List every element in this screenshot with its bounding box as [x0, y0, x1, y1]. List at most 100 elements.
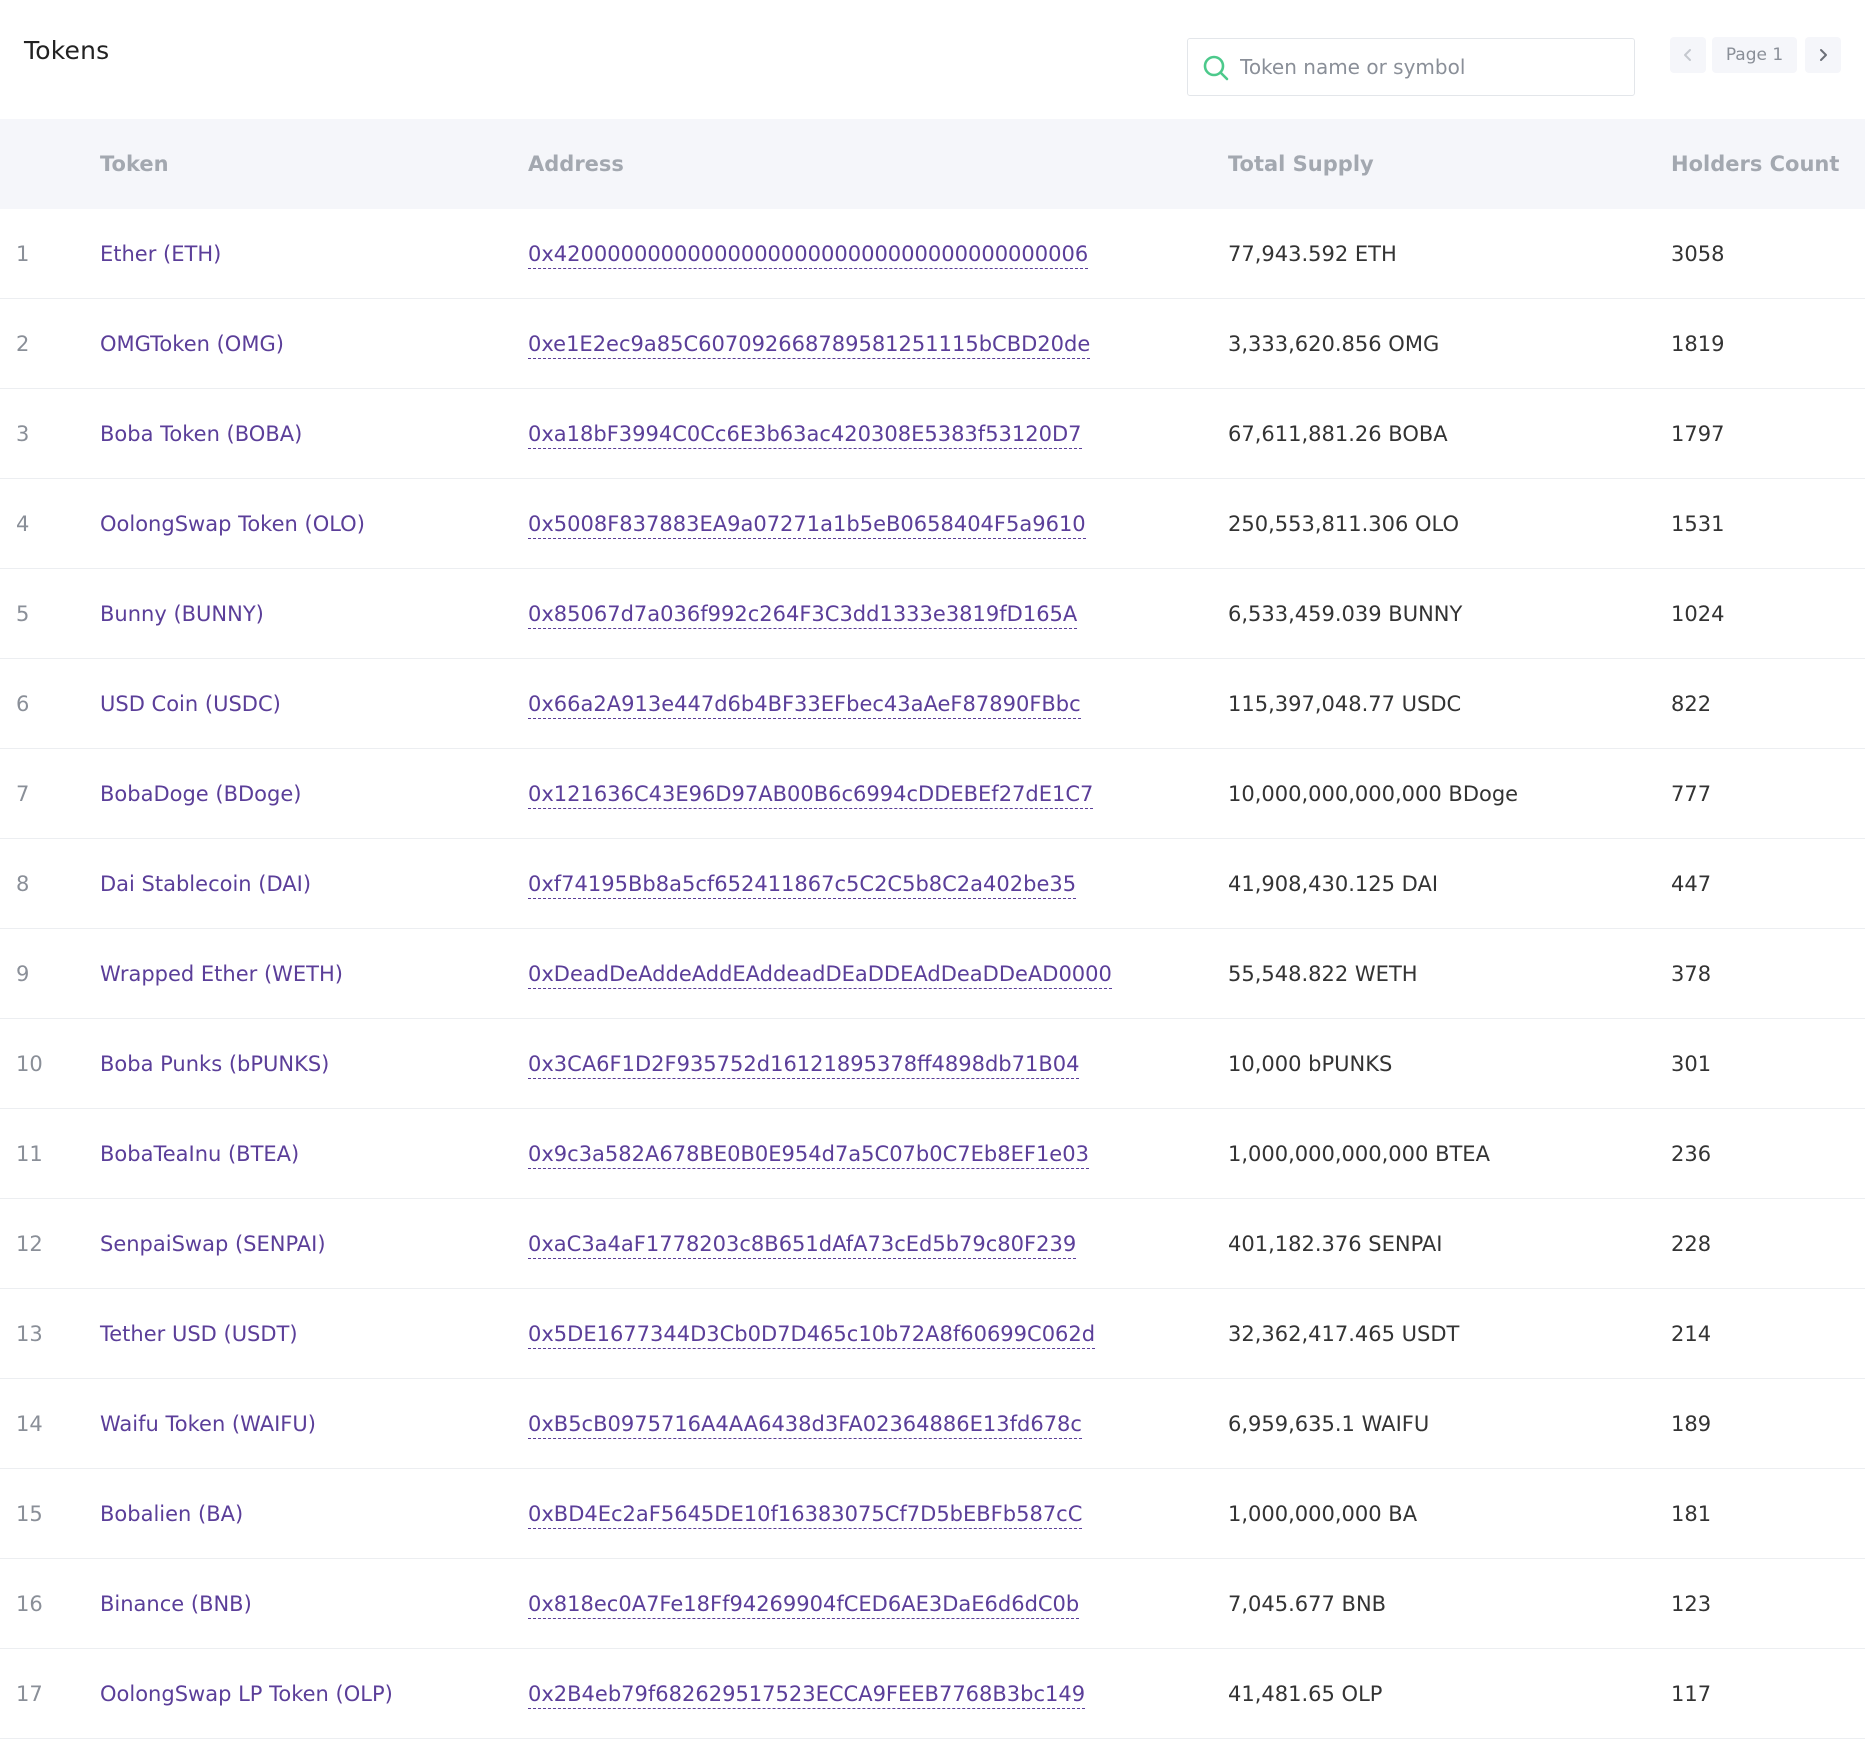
table-row: 10 Boba Punks (bPUNKS) 0x3CA6F1D2F935752d1… — [0, 1019, 1865, 1109]
table-row: 16 Binance (BNB) 0x818ec0A7Fe18Ff94269904f… — [0, 1559, 1865, 1649]
table-row: 4 OolongSwap Token (OLO) 0x5008F837883EA9a… — [0, 479, 1865, 569]
previous-page-button[interactable] — [1670, 37, 1706, 73]
table-row: 5 Bunny (BUNNY) 0x85067d7a036f992c264F3C3d… — [0, 569, 1865, 659]
token-address-link[interactable]: 0x85067d7a036f992c264F3C3dd1333e3819fD16… — [528, 602, 1078, 630]
total-supply-value: 6,533,459.039 BUNNY — [1228, 602, 1463, 626]
address-cell: 0xBD4Ec2aF5645DE10f16383075Cf7D5bEBFb587… — [528, 1469, 1083, 1559]
table-row: 17 OolongSwap LP Token (OLP) 0x2B4eb79f682… — [0, 1649, 1865, 1739]
token-address-link[interactable]: 0x3CA6F1D2F935752d16121895378ff4898db71B… — [528, 1052, 1080, 1080]
token-name-link[interactable]: Bobalien (BA) — [100, 1469, 243, 1559]
address-cell: 0x9c3a582A678BE0B0E954d7a5C07b0C7Eb8EF1e… — [528, 1109, 1089, 1199]
total-supply-value: 7,045.677 BNB — [1228, 1592, 1387, 1616]
page-indicator: Page 1 — [1712, 37, 1797, 73]
token-address-link[interactable]: 0xe1E2ec9a85C607092668789581251115bCBD20… — [528, 332, 1091, 360]
token-address-link[interactable]: 0x5DE1677344D3Cb0D7D465c10b72A8f60699C06… — [528, 1322, 1096, 1350]
table-body: 1 Ether (ETH) 0x42000000000000000000000000… — [0, 209, 1865, 1739]
token-name-link[interactable]: Boba Punks (bPUNKS) — [100, 1019, 329, 1109]
row-rank: 5 — [16, 602, 30, 626]
search-input[interactable] — [1240, 39, 1620, 95]
address-cell: 0xe1E2ec9a85C607092668789581251115bCBD20… — [528, 299, 1091, 389]
total-supply-value: 41,908,430.125 DAI — [1228, 872, 1439, 896]
token-name-link[interactable]: USD Coin (USDC) — [100, 659, 281, 749]
token-address-link[interactable]: 0x9c3a582A678BE0B0E954d7a5C07b0C7Eb8EF1e… — [528, 1142, 1089, 1170]
address-cell: 0x818ec0A7Fe18Ff94269904fCED6AE3DaE6d6dC… — [528, 1559, 1080, 1649]
holders-count-value: 214 — [1671, 1322, 1712, 1346]
page-title: Tokens — [24, 36, 110, 65]
column-header-address[interactable]: Address — [528, 119, 624, 209]
address-cell: 0x2B4eb79f682629517523ECCA9FEEB7768B3bc1… — [528, 1649, 1086, 1739]
holders-count-value: 123 — [1671, 1592, 1712, 1616]
address-cell: 0xB5cB0975716A4AA6438d3FA02364886E13fd67… — [528, 1379, 1082, 1469]
address-cell: 0x121636C43E96D97AB00B6c6994cDDEBEf27dE1… — [528, 749, 1094, 839]
token-name-link[interactable]: Waifu Token (WAIFU) — [100, 1379, 316, 1469]
token-name-link[interactable]: Ether (ETH) — [100, 209, 221, 299]
address-cell: 0x3CA6F1D2F935752d16121895378ff4898db71B… — [528, 1019, 1080, 1109]
holders-count-value: 228 — [1671, 1232, 1712, 1256]
column-header-token[interactable]: Token — [100, 119, 169, 209]
token-address-link[interactable]: 0xaC3a4aF1778203c8B651dAfA73cEd5b79c80F2… — [528, 1232, 1077, 1260]
total-supply-value: 1,000,000,000,000 BTEA — [1228, 1142, 1490, 1166]
row-rank: 2 — [16, 332, 30, 356]
total-supply-value: 401,182.376 SENPAI — [1228, 1232, 1443, 1256]
row-rank: 6 — [16, 692, 30, 716]
holders-count-value: 1797 — [1671, 422, 1725, 446]
column-header-holders-count[interactable]: Holders Count — [1671, 119, 1839, 209]
address-cell: 0xf74195Bb8a5cf652411867c5C2C5b8C2a402be… — [528, 839, 1077, 929]
search-box[interactable] — [1187, 38, 1635, 96]
token-name-link[interactable]: SenpaiSwap (SENPAI) — [100, 1199, 326, 1289]
token-name-link[interactable]: OMGToken (OMG) — [100, 299, 284, 389]
token-name-link[interactable]: OolongSwap LP Token (OLP) — [100, 1649, 393, 1739]
holders-count-value: 3058 — [1671, 242, 1725, 266]
address-cell: 0xDeadDeAddeAddEAddeadDEaDDEAdDeaDDeAD00… — [528, 929, 1112, 1019]
table-row: 6 USD Coin (USDC) 0x66a2A913e447d6b4BF33EF… — [0, 659, 1865, 749]
token-name-link[interactable]: BobaDoge (BDoge) — [100, 749, 301, 839]
holders-count-value: 777 — [1671, 782, 1712, 806]
token-name-link[interactable]: BobaTeaInu (BTEA) — [100, 1109, 299, 1199]
chevron-left-icon — [1684, 49, 1691, 61]
holders-count-value: 1531 — [1671, 512, 1725, 536]
token-address-link[interactable]: 0xDeadDeAddeAddEAddeadDEaDDEAdDeaDDeAD00… — [528, 962, 1112, 990]
total-supply-value: 250,553,811.306 OLO — [1228, 512, 1460, 536]
table-row: 13 Tether USD (USDT) 0x5DE1677344D3Cb0D7D4… — [0, 1289, 1865, 1379]
token-address-link[interactable]: 0x5008F837883EA9a07271a1b5eB0658404F5a96… — [528, 512, 1086, 540]
row-rank: 14 — [16, 1412, 43, 1436]
token-name-link[interactable]: Dai Stablecoin (DAI) — [100, 839, 311, 929]
token-address-link[interactable]: 0x66a2A913e447d6b4BF33EFbec43aAeF87890FB… — [528, 692, 1081, 720]
row-rank: 16 — [16, 1592, 43, 1616]
token-address-link[interactable]: 0xB5cB0975716A4AA6438d3FA02364886E13fd67… — [528, 1412, 1082, 1440]
token-address-link[interactable]: 0x121636C43E96D97AB00B6c6994cDDEBEf27dE1… — [528, 782, 1094, 810]
column-header-total-supply[interactable]: Total Supply — [1228, 119, 1374, 209]
token-name-link[interactable]: Tether USD (USDT) — [100, 1289, 298, 1379]
token-name-link[interactable]: OolongSwap Token (OLO) — [100, 479, 365, 569]
token-name-link[interactable]: Binance (BNB) — [100, 1559, 252, 1649]
row-rank: 17 — [16, 1682, 43, 1706]
row-rank: 9 — [16, 962, 30, 986]
total-supply-value: 10,000,000,000,000 BDoge — [1228, 782, 1519, 806]
table-row: 2 OMGToken (OMG) 0xe1E2ec9a85C607092668789… — [0, 299, 1865, 389]
row-rank: 11 — [16, 1142, 43, 1166]
total-supply-value: 32,362,417.465 USDT — [1228, 1322, 1460, 1346]
holders-count-value: 447 — [1671, 872, 1712, 896]
table-row: 8 Dai Stablecoin (DAI) 0xf74195Bb8a5cf6524… — [0, 839, 1865, 929]
table-row: 15 Bobalien (BA) 0xBD4Ec2aF5645DE10f163830… — [0, 1469, 1865, 1559]
total-supply-value: 55,548.822 WETH — [1228, 962, 1418, 986]
total-supply-value: 41,481.65 OLP — [1228, 1682, 1383, 1706]
address-cell: 0x42000000000000000000000000000000000000… — [528, 209, 1089, 299]
token-address-link[interactable]: 0xf74195Bb8a5cf652411867c5C2C5b8C2a402be… — [528, 872, 1077, 900]
token-name-link[interactable]: Boba Token (BOBA) — [100, 389, 302, 479]
token-name-link[interactable]: Wrapped Ether (WETH) — [100, 929, 343, 1019]
token-address-link[interactable]: 0xBD4Ec2aF5645DE10f16383075Cf7D5bEBFb587… — [528, 1502, 1083, 1530]
holders-count-value: 822 — [1671, 692, 1712, 716]
token-address-link[interactable]: 0x818ec0A7Fe18Ff94269904fCED6AE3DaE6d6dC… — [528, 1592, 1080, 1620]
total-supply-value: 77,943.592 ETH — [1228, 242, 1397, 266]
row-rank: 3 — [16, 422, 30, 446]
row-rank: 10 — [16, 1052, 43, 1076]
token-address-link[interactable]: 0x42000000000000000000000000000000000000… — [528, 242, 1089, 270]
token-address-link[interactable]: 0x2B4eb79f682629517523ECCA9FEEB7768B3bc1… — [528, 1682, 1086, 1710]
next-page-button[interactable] — [1805, 37, 1841, 73]
row-rank: 1 — [16, 242, 30, 266]
total-supply-value: 1,000,000,000 BA — [1228, 1502, 1418, 1526]
token-address-link[interactable]: 0xa18bF3994C0Cc6E3b63ac420308E5383f53120… — [528, 422, 1082, 450]
table-row: 1 Ether (ETH) 0x42000000000000000000000000… — [0, 209, 1865, 299]
token-name-link[interactable]: Bunny (BUNNY) — [100, 569, 264, 659]
